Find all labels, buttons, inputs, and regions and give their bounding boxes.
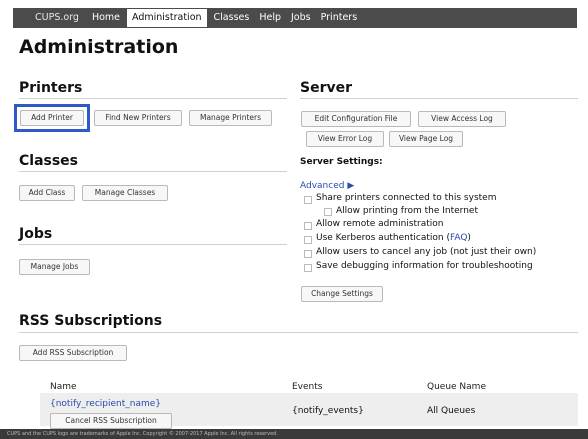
nav-administration[interactable]: Administration: [127, 9, 207, 27]
server-heading: Server: [300, 80, 353, 96]
rss-divider: [19, 332, 578, 333]
allow-internet-printing-checkbox[interactable]: [324, 208, 332, 216]
kerberos-auth-text: Use Kerberos authentication (: [316, 233, 450, 243]
rss-subscriptions-heading: RSS Subscriptions: [19, 313, 163, 329]
view-error-log-button[interactable]: View Error Log: [306, 131, 384, 147]
share-printers-label: Share printers connected to this system: [316, 193, 497, 203]
add-rss-subscription-button[interactable]: Add RSS Subscription: [19, 345, 127, 361]
jobs-heading: Jobs: [19, 226, 53, 242]
classes-heading: Classes: [19, 153, 79, 169]
change-settings-button[interactable]: Change Settings: [301, 286, 383, 302]
cancel-rss-subscription-button[interactable]: Cancel RSS Subscription: [50, 413, 172, 429]
printers-divider: [19, 98, 287, 99]
subscription-events: {notify_events}: [292, 406, 364, 416]
nav-help[interactable]: Help: [254, 8, 286, 28]
nav-cups-org[interactable]: CUPS.org: [13, 8, 87, 28]
edit-configuration-file-button[interactable]: Edit Configuration File: [301, 111, 411, 127]
faq-link[interactable]: FAQ: [450, 233, 467, 243]
allow-remote-admin-checkbox[interactable]: [304, 222, 312, 230]
kerberos-auth-checkbox[interactable]: [304, 236, 312, 244]
kerberos-auth-close: ): [467, 233, 471, 243]
column-header-events: Events: [292, 382, 323, 392]
advanced-toggle-link[interactable]: Advanced ▶: [300, 181, 354, 191]
share-printers-checkbox[interactable]: [304, 196, 312, 204]
allow-remote-admin-label: Allow remote administration: [316, 219, 444, 229]
manage-jobs-button[interactable]: Manage Jobs: [19, 259, 90, 275]
allow-cancel-any-job-label: Allow users to cancel any job (not just …: [316, 247, 537, 257]
server-settings-title: Server Settings:: [300, 157, 383, 167]
nav-classes[interactable]: Classes: [209, 8, 255, 28]
classes-divider: [19, 171, 287, 172]
save-debug-info-checkbox[interactable]: [304, 264, 312, 272]
nav-printers[interactable]: Printers: [316, 8, 363, 28]
add-printer-button[interactable]: Add Printer: [20, 110, 84, 126]
manage-printers-button[interactable]: Manage Printers: [189, 110, 272, 126]
column-header-queue-name: Queue Name: [427, 382, 486, 392]
page-title: Administration: [19, 36, 179, 58]
footer-copyright: CUPS and the CUPS logo are trademarks of…: [0, 429, 588, 439]
nav-home[interactable]: Home: [87, 8, 125, 28]
save-debug-info-label: Save debugging information for troublesh…: [316, 261, 533, 271]
jobs-divider: [19, 244, 287, 245]
server-divider: [300, 98, 578, 99]
manage-classes-button[interactable]: Manage Classes: [82, 185, 168, 201]
printers-heading: Printers: [19, 80, 83, 96]
nav-jobs[interactable]: Jobs: [286, 8, 316, 28]
top-navigation-bar: CUPS.org Home Administration Classes Hel…: [13, 8, 577, 28]
subscription-name-link[interactable]: {notify_recipient_name}: [50, 399, 161, 409]
allow-cancel-any-job-checkbox[interactable]: [304, 250, 312, 258]
add-class-button[interactable]: Add Class: [19, 185, 75, 201]
view-page-log-button[interactable]: View Page Log: [389, 131, 463, 147]
allow-internet-printing-label: Allow printing from the Internet: [336, 206, 478, 216]
kerberos-auth-label: Use Kerberos authentication (FAQ): [316, 233, 471, 243]
column-header-name: Name: [50, 382, 77, 392]
subscription-queue: All Queues: [427, 406, 476, 416]
find-new-printers-button[interactable]: Find New Printers: [94, 110, 182, 126]
view-access-log-button[interactable]: View Access Log: [418, 111, 506, 127]
